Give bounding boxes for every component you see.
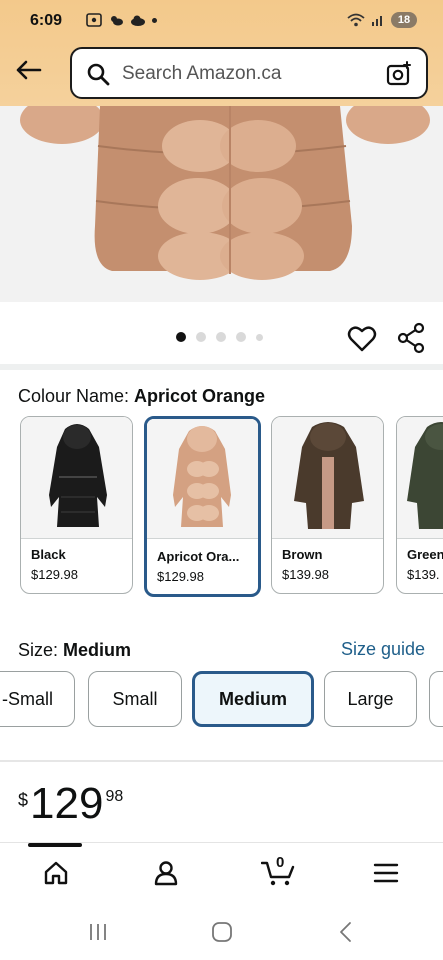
home-circle-icon: [212, 922, 232, 942]
size-option-large[interactable]: Large: [324, 671, 417, 727]
swatch-price: $129.98: [31, 567, 78, 582]
active-tab-indicator: [28, 843, 82, 847]
share-icon[interactable]: [396, 322, 426, 354]
size-option-label: -Small: [1, 688, 53, 709]
image-pagination[interactable]: [176, 332, 263, 342]
heart-icon[interactable]: [347, 324, 377, 354]
colour-label-text: Colour Name:: [18, 386, 135, 406]
nav-account[interactable]: [150, 857, 182, 889]
size-guide-link[interactable]: Size guide: [341, 639, 425, 660]
size-option-next[interactable]: [429, 671, 443, 727]
section-divider: [0, 760, 443, 762]
battery-icon: 18: [391, 12, 417, 28]
arrow-left-icon: [16, 60, 42, 80]
swatch-name: Brown: [282, 547, 323, 562]
size-option-x-small[interactable]: -Small: [0, 671, 75, 727]
weather-icon: [111, 16, 123, 26]
pagination-dot[interactable]: [236, 332, 246, 342]
signal-icon: [372, 16, 382, 26]
cloud-icon: [131, 15, 145, 26]
price-fraction: 98: [105, 788, 124, 805]
swatch-price: $139.98: [282, 567, 329, 582]
swatch-name: Green: [407, 547, 443, 562]
camera-search-icon[interactable]: [386, 61, 412, 87]
nav-menu[interactable]: [370, 857, 402, 889]
status-bar: 6:09 18: [0, 0, 443, 42]
colour-name-label: Colour Name: Apricot Orange: [18, 386, 265, 407]
product-image[interactable]: [0, 106, 443, 302]
size-option-label: Medium: [218, 688, 287, 709]
swatch-price: $139.: [407, 567, 440, 582]
swatch-name: Black: [31, 547, 66, 562]
cart-count-badge: 0: [276, 854, 285, 871]
status-system-icons: 18: [347, 12, 417, 28]
recent-apps-icon: [90, 924, 106, 940]
size-label-text: Size:: [18, 640, 64, 660]
size-option-label: Small: [112, 688, 158, 709]
account-icon: [154, 861, 178, 886]
swatch-image: [21, 417, 132, 539]
bottom-navigation: [0, 842, 443, 900]
swatch-image: [397, 417, 443, 539]
colour-swatch-brown[interactable]: Brown $139.98: [271, 416, 384, 594]
pagination-dot-active[interactable]: [176, 332, 186, 342]
status-dot-icon: [152, 17, 157, 23]
search-bar[interactable]: Search Amazon.ca: [70, 47, 428, 99]
status-time: 6:09: [30, 12, 63, 29]
nav-home[interactable]: [40, 857, 72, 889]
colour-selected-value: Apricot Orange: [134, 386, 266, 406]
wifi-icon: [347, 13, 365, 27]
size-selected-value: Medium: [63, 640, 132, 660]
swatch-image: [272, 417, 383, 539]
pagination-dot[interactable]: [196, 332, 206, 342]
system-navigation-bar: [0, 900, 443, 960]
pagination-dot[interactable]: [216, 332, 226, 342]
header-bar: 6:09 18 Search Amazon.ca: [0, 0, 443, 106]
menu-icon: [373, 863, 399, 883]
coat-image-illustration: [0, 106, 443, 302]
colour-swatch-green[interactable]: Green $139.: [396, 416, 443, 594]
swatch-price: $129.98: [157, 569, 204, 584]
price-currency: $: [18, 790, 29, 810]
pagination-dot[interactable]: [256, 333, 263, 341]
chevron-left-icon: [340, 922, 351, 942]
section-divider: [0, 364, 443, 370]
size-label: Size: Medium: [18, 640, 131, 661]
colour-swatch-apricot-orange[interactable]: Apricot Ora... $129.98: [144, 416, 261, 597]
size-option-small[interactable]: Small: [88, 671, 182, 727]
status-notification-icons: [86, 13, 157, 27]
swatch-name: Apricot Ora...: [157, 549, 240, 564]
size-option-list[interactable]: -Small Small Medium Large: [0, 669, 443, 729]
screenshot-icon: [86, 13, 102, 27]
home-button[interactable]: [210, 920, 234, 944]
size-option-label: Large: [347, 688, 394, 709]
colour-swatch-black[interactable]: Black $129.98: [20, 416, 133, 594]
home-icon: [44, 861, 68, 885]
product-price: $ 129 98: [18, 782, 123, 826]
recent-apps-button[interactable]: [86, 920, 110, 944]
price-whole: 129: [30, 779, 104, 828]
size-option-medium[interactable]: Medium: [192, 671, 314, 727]
gallery-controls: [0, 302, 443, 364]
back-button[interactable]: [12, 56, 44, 84]
search-input[interactable]: Search Amazon.ca: [122, 63, 281, 85]
search-icon: [87, 63, 110, 86]
swatch-image: [147, 419, 258, 539]
system-back-button[interactable]: [334, 920, 358, 944]
colour-swatch-list[interactable]: Black $129.98 Apricot Ora... $129.98 Bro…: [20, 416, 443, 598]
